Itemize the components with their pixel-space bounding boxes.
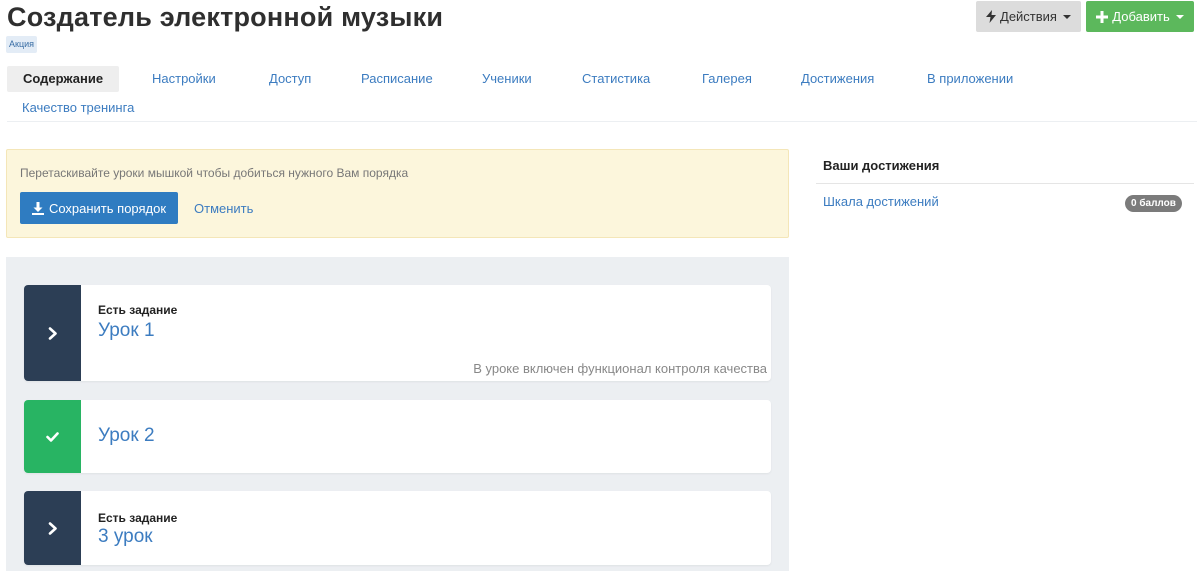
reorder-hint: Перетаскивайте уроки мышкой чтобы добить… bbox=[20, 166, 409, 180]
add-button-label: Добавить bbox=[1112, 9, 1170, 24]
lesson-card[interactable]: Есть задание Урок 1 В уроке включен функ… bbox=[24, 285, 771, 381]
lesson-tag: Есть задание bbox=[98, 303, 178, 317]
tab-gallery[interactable]: Галерея bbox=[702, 66, 752, 92]
promo-tag: Акция bbox=[6, 36, 37, 53]
tab-statistics[interactable]: Статистика bbox=[582, 66, 650, 92]
add-button[interactable]: Добавить bbox=[1086, 1, 1194, 32]
lessons-panel: Есть задание Урок 1 В уроке включен функ… bbox=[6, 257, 789, 571]
reorder-alert: Перетаскивайте уроки мышкой чтобы добить… bbox=[6, 149, 789, 238]
lesson-title[interactable]: 3 урок bbox=[98, 526, 153, 548]
tab-students[interactable]: Ученики bbox=[482, 66, 532, 92]
download-icon bbox=[31, 201, 44, 215]
plus-icon bbox=[1096, 10, 1109, 23]
actions-button-label: Действия bbox=[1000, 9, 1057, 24]
actions-button[interactable]: Действия bbox=[976, 1, 1081, 32]
lesson-status-strip bbox=[24, 400, 81, 473]
chevron-right-icon bbox=[48, 521, 57, 535]
divider bbox=[816, 183, 1194, 184]
lesson-card[interactable]: Есть задание 3 урок bbox=[24, 491, 771, 565]
lesson-title[interactable]: Урок 1 bbox=[98, 320, 155, 342]
checkmark-icon bbox=[46, 431, 59, 442]
tab-in-app[interactable]: В приложении bbox=[927, 66, 1013, 92]
cancel-link[interactable]: Отменить bbox=[194, 201, 253, 216]
lesson-tag: Есть задание bbox=[98, 511, 178, 525]
tab-settings[interactable]: Настройки bbox=[152, 66, 216, 92]
page-title: Создатель электронной музыки bbox=[7, 2, 444, 32]
lesson-status-strip bbox=[24, 491, 81, 565]
lesson-status-strip bbox=[24, 285, 81, 381]
tab-training-quality[interactable]: Качество тренинга bbox=[22, 95, 134, 121]
lesson-title[interactable]: Урок 2 bbox=[98, 425, 155, 447]
save-order-label: Сохранить порядок bbox=[48, 200, 167, 216]
tab-content[interactable]: Содержание bbox=[7, 66, 120, 92]
caret-down-icon bbox=[1175, 14, 1184, 19]
achievements-title: Ваши достижения bbox=[823, 158, 940, 173]
tab-achievements[interactable]: Достижения bbox=[801, 66, 874, 92]
tab-access[interactable]: Доступ bbox=[269, 66, 311, 92]
chevron-right-icon bbox=[48, 326, 57, 340]
tab-bar: Содержание Настройки Доступ Расписание У… bbox=[7, 66, 1197, 122]
caret-down-icon bbox=[1062, 14, 1071, 19]
lesson-note: В уроке включен функционал контроля каче… bbox=[473, 361, 767, 376]
points-badge: 0 баллов bbox=[1125, 195, 1182, 212]
lightning-icon bbox=[986, 10, 997, 23]
save-order-button[interactable]: Сохранить порядок bbox=[20, 192, 178, 224]
achievements-scale-link[interactable]: Шкала достижений bbox=[823, 194, 939, 209]
lesson-card[interactable]: Урок 2 bbox=[24, 400, 771, 473]
tab-schedule[interactable]: Расписание bbox=[361, 66, 433, 92]
